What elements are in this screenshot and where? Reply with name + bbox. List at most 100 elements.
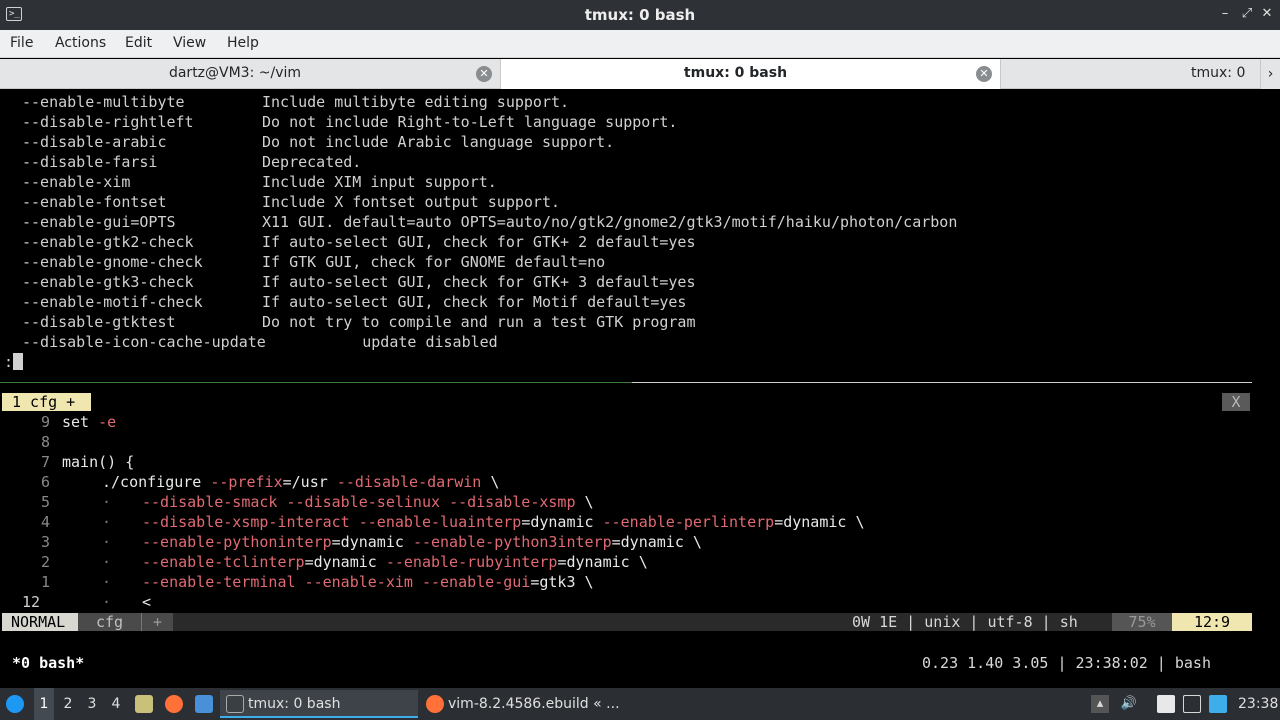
vim-tab-cfg[interactable]: 1 cfg + [2, 393, 91, 411]
vim-code-line[interactable]: --disable-smack --disable-selinux --disa… [142, 492, 594, 512]
tmux-status-right: 0.23 1.40 3.05 | 23:38:02 | bash [922, 654, 1211, 672]
taskbar: 1 2 3 4 tmux: 0 bash vim-8.2.4586.ebuild… [0, 688, 1280, 720]
configure-option: --disable-arabic [22, 133, 167, 151]
configure-option-description: Include X fontset output support. [262, 193, 561, 211]
terminal-icon [226, 695, 244, 713]
configure-option: --enable-gtk3-check [22, 273, 194, 291]
vim-modified-flag: + [141, 613, 173, 631]
pane-separator[interactable] [0, 382, 632, 383]
task-tmux-bash[interactable]: tmux: 0 bash [220, 690, 418, 718]
vim-line-number: 2 [40, 553, 50, 571]
vim-indent-marker: · [102, 493, 112, 511]
vim-code-line[interactable]: --enable-tclinterp=dynamic --enable-ruby… [142, 552, 648, 572]
task-firefox-vim-ebuild[interactable]: vim-8.2.4586.ebuild « ... [420, 690, 630, 718]
vim-indent-marker: · [102, 573, 112, 591]
vim-statusline: NORMAL cfg + 0W 1E | unix | utf-8 | sh 7… [2, 613, 1252, 631]
window-titlebar[interactable]: >_ tmux: 0 bash – ⤢ ✕ [0, 0, 1280, 30]
vim-mode: NORMAL [2, 613, 78, 631]
tab-label: tmux: 0 bash [683, 65, 788, 81]
tab-tmux-bash[interactable]: tmux: 0 bash ✕ [501, 59, 1001, 89]
vim-code-line[interactable]: < [142, 592, 151, 612]
file-manager-icon[interactable] [135, 695, 153, 713]
tab-tmux-0[interactable]: tmux: 0 [1001, 59, 1260, 89]
vim-code-line[interactable]: main() { [62, 452, 134, 472]
vim-line-number: 1 [40, 573, 50, 591]
vim-line-number: 5 [40, 493, 50, 511]
vim-line-number: 3 [40, 533, 50, 551]
vim-code-line[interactable]: --enable-pythoninterp=dynamic --enable-p… [142, 532, 702, 552]
menu-file[interactable]: File [10, 35, 33, 51]
vim-code-line[interactable]: --disable-xsmp-interact --enable-luainte… [142, 512, 865, 532]
firefox-icon [426, 695, 444, 713]
window-title: tmux: 0 bash [584, 6, 696, 24]
configure-option: --enable-gui=OPTS [22, 213, 176, 231]
desktop-1[interactable]: 1 [34, 688, 54, 720]
configure-option-description: Include XIM input support. [262, 173, 497, 191]
command-prompt[interactable]: : [4, 352, 24, 372]
configure-option-description: update disabled [290, 333, 498, 351]
vim-line-number: 8 [40, 433, 50, 451]
tab-bar: dartz@VM3: ~/vim ✕ tmux: 0 bash ✕ tmux: … [0, 59, 1280, 89]
configure-option: --disable-gtktest [22, 313, 176, 331]
display-icon[interactable] [1183, 695, 1201, 713]
vim-line-number: 6 [40, 473, 50, 491]
configure-option-description: Include multibyte editing support. [262, 93, 570, 111]
tab-close-icon[interactable]: ✕ [476, 66, 492, 82]
tab-label: dartz@VM3: ~/vim [168, 65, 302, 81]
configure-option-description: If GTK GUI, check for GNOME default=no [262, 253, 606, 271]
configure-option-description: If auto-select GUI, check for GTK+ 2 def… [262, 233, 696, 251]
show-desktop-icon[interactable] [195, 695, 213, 713]
vim-line-number: 12 [21, 593, 40, 611]
tray-expand-icon[interactable]: ▴ [1091, 695, 1109, 713]
close-button[interactable]: ✕ [1258, 5, 1276, 23]
task-label: tmux: 0 bash [248, 696, 341, 712]
menu-edit[interactable]: Edit [125, 35, 152, 51]
configure-option-description: Do not try to compile and run a test GTK… [262, 313, 696, 331]
vim-indent-marker: · [102, 553, 112, 571]
desktop-3[interactable]: 3 [82, 688, 102, 720]
prompt-colon: : [4, 353, 14, 371]
tab-vim-dir[interactable]: dartz@VM3: ~/vim ✕ [0, 59, 501, 89]
maximize-button[interactable]: ⤢ [1238, 5, 1256, 23]
tab-close-icon[interactable]: ✕ [976, 66, 992, 82]
vim-file-info: 0W 1E | unix | utf-8 | sh [852, 613, 1078, 631]
vim-line-number: 9 [40, 413, 50, 431]
configure-option: --disable-farsi [22, 153, 158, 171]
firefox-icon[interactable] [165, 695, 183, 713]
configure-option: --enable-gtk2-check [22, 233, 194, 251]
volume-icon[interactable]: 🔊 [1120, 695, 1138, 713]
vim-code-line[interactable]: ./configure --prefix=/usr --disable-darw… [102, 472, 499, 492]
taskbar-clock[interactable]: 23:38 [1238, 688, 1278, 720]
tab-scroll-right-icon[interactable]: › [1260, 59, 1280, 89]
app-menu-icon[interactable] [6, 695, 24, 713]
desktop-2[interactable]: 2 [58, 688, 78, 720]
text-cursor [13, 353, 24, 370]
clipboard-icon[interactable] [1157, 695, 1175, 713]
vim-cursor-position: 12:9 [1172, 613, 1252, 631]
vim-indent-marker: · [102, 513, 112, 531]
pane-separator[interactable] [632, 382, 1252, 383]
menu-view[interactable]: View [173, 35, 206, 51]
configure-option: --enable-motif-check [22, 293, 203, 311]
minimize-button[interactable]: – [1216, 5, 1234, 23]
terminal-area[interactable]: --enable-multibyte Include multibyte edit… [0, 89, 1280, 686]
updates-icon[interactable] [1209, 695, 1227, 713]
configure-option-description: If auto-select GUI, check for GTK+ 3 def… [262, 273, 696, 291]
configure-option: --disable-rightleft [22, 113, 194, 131]
menu-actions[interactable]: Actions [55, 35, 106, 51]
desktop-4[interactable]: 4 [106, 688, 126, 720]
vim-indent-marker: · [102, 533, 112, 551]
vim-close-tab-button[interactable]: X [1222, 393, 1250, 411]
configure-option: --enable-gnome-check [22, 253, 203, 271]
configure-option-description: Do not include Right-to-Left language su… [262, 113, 678, 131]
configure-option: --enable-multibyte [22, 93, 185, 111]
vim-code-line[interactable]: --enable-terminal --enable-xim --enable-… [142, 572, 594, 592]
menu-bar: File Actions Edit View Help [0, 30, 1280, 58]
vim-indent-marker: · [102, 593, 112, 611]
vim-code-line[interactable]: set -e [62, 412, 116, 432]
vim-line-number: 7 [40, 453, 50, 471]
configure-option-description: X11 GUI. default=auto OPTS=auto/no/gtk2/… [262, 213, 958, 231]
menu-help[interactable]: Help [227, 35, 259, 51]
configure-option-description: If auto-select GUI, check for Motif defa… [262, 293, 687, 311]
tmux-window-list[interactable]: *0 bash* [12, 653, 84, 673]
